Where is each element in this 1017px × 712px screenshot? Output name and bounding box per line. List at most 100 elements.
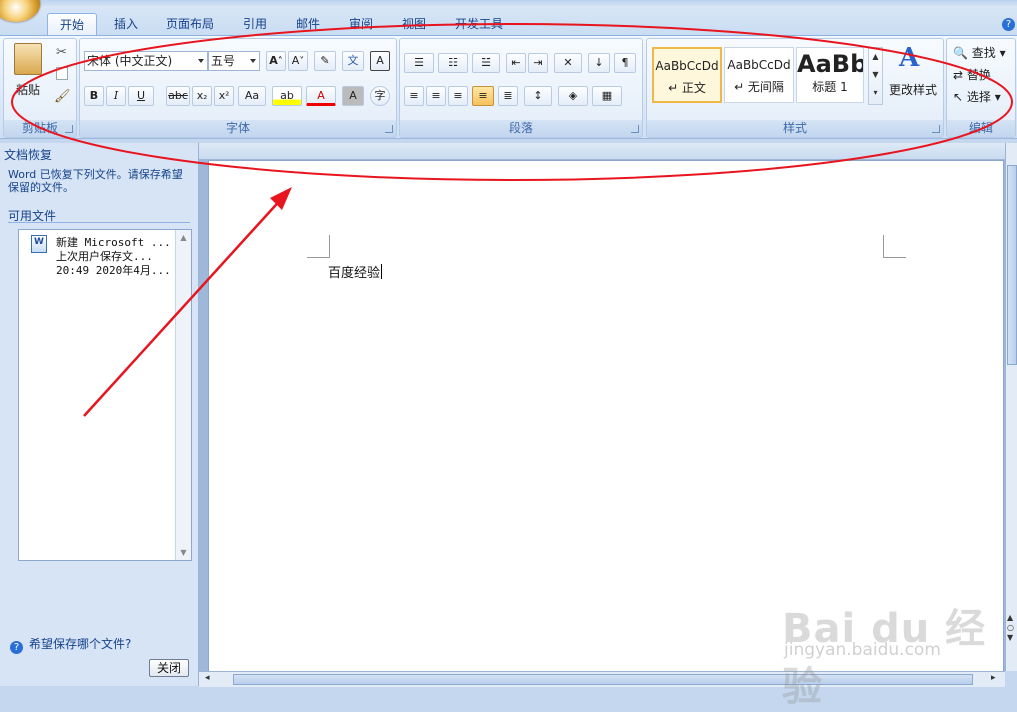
character-border-icon[interactable]: A (370, 51, 390, 71)
copy-icon[interactable] (56, 67, 68, 80)
style-normal-name: ↵ 正文 (668, 81, 706, 95)
align-right-icon[interactable]: ≡ (448, 86, 468, 106)
tab-home[interactable]: 开始 (47, 13, 97, 36)
tab-references[interactable]: 引用 (236, 13, 274, 35)
find-button[interactable]: 🔍 查找 ▾ (953, 44, 1006, 61)
italic-button[interactable]: I (106, 86, 126, 106)
strikethrough-button[interactable]: abc (166, 86, 190, 106)
close-pane-button[interactable]: 关闭 (149, 659, 189, 677)
bold-button[interactable]: B (84, 86, 104, 106)
cursor-icon: ↖ (953, 90, 964, 104)
paste-button[interactable]: 粘贴 (16, 81, 40, 98)
recovery-help-link[interactable]: ? 希望保存哪个文件? (10, 635, 131, 654)
borders-icon[interactable]: ▦ (592, 86, 622, 106)
tab-page-layout[interactable]: 页面布局 (160, 13, 220, 35)
font-name-select[interactable]: 宋体 (中文正文) (84, 51, 208, 71)
shrink-font-button[interactable]: A˅ (288, 51, 308, 71)
text-caret (381, 264, 383, 279)
bullets-icon[interactable]: ☰ (404, 53, 434, 73)
font-name-value: 宋体 (中文正文) (87, 54, 173, 68)
styles-group: AaBbCcDd ↵ 正文 AaBbCcDd ↵ 无间隔 AaBb 标题 1 ▲… (646, 38, 944, 138)
margin-corner-top-left (307, 235, 330, 258)
editing-group: 🔍 查找 ▾ ⇄ 替换 ↖ 选择 ▾ 编辑 (946, 38, 1016, 138)
line-spacing-icon[interactable]: ↕ (524, 86, 552, 106)
phonetic-guide-icon[interactable]: 文 (342, 51, 364, 71)
numbering-icon[interactable]: ☷ (438, 53, 468, 73)
ribbon: 粘贴 ✂ 🖌 剪贴板 宋体 (中文正文) 五号 A˄ A˅ ✎ 文 A B I … (0, 35, 1017, 139)
change-case-button[interactable]: Aa (238, 86, 266, 106)
font-group: 宋体 (中文正文) 五号 A˄ A˅ ✎ 文 A B I U abc x₂ x²… (79, 38, 397, 138)
styles-launcher-icon[interactable] (932, 125, 940, 133)
tab-mailings[interactable]: 邮件 (288, 13, 328, 35)
help-icon[interactable]: ? (1002, 18, 1015, 31)
word-document-icon (31, 235, 47, 253)
font-launcher-icon[interactable] (385, 125, 393, 133)
align-center-icon[interactable]: ≡ (426, 86, 446, 106)
sort-icon[interactable]: ↓ (588, 53, 610, 73)
scroll-left-icon[interactable]: ◂ (205, 673, 210, 683)
select-button[interactable]: ↖ 选择 ▾ (953, 88, 1001, 105)
recovered-file-time: 20:49 2020年4月... (56, 264, 171, 277)
recovery-pane-title: 文档恢复 (4, 148, 53, 162)
paragraph-group-label: 段落 (400, 120, 642, 137)
replace-label: 替换 (966, 68, 991, 82)
style-heading-1[interactable]: AaBb 标题 1 (796, 47, 864, 103)
tab-review[interactable]: 审阅 (341, 13, 381, 35)
ribbon-tab-bar: 开始 插入 页面布局 引用 邮件 审阅 视图 开发工具 ? (0, 6, 1017, 36)
enclose-character-icon[interactable]: 字 (370, 86, 390, 106)
clipboard-group: 粘贴 ✂ 🖌 剪贴板 (3, 38, 77, 138)
change-styles-button[interactable]: 更改样式 (889, 81, 937, 98)
find-icon: 🔍 (953, 46, 968, 60)
style-no-spacing-name: ↵ 无间隔 (734, 80, 784, 94)
grow-font-button[interactable]: A˄ (266, 51, 286, 71)
character-shading-icon[interactable]: A (342, 86, 364, 106)
style-normal[interactable]: AaBbCcDd ↵ 正文 (652, 47, 722, 103)
show-marks-icon[interactable]: ¶ (614, 53, 636, 73)
editing-group-label: 编辑 (947, 120, 1015, 137)
tab-developer[interactable]: 开发工具 (447, 13, 511, 35)
underline-button[interactable]: U (128, 86, 154, 106)
clipboard-launcher-icon[interactable] (65, 125, 73, 133)
document-body[interactable]: 百度经验 (328, 262, 383, 281)
highlight-icon[interactable]: ab (272, 86, 302, 106)
scroll-down-icon[interactable]: ▼ (176, 548, 191, 557)
paragraph-launcher-icon[interactable] (631, 125, 639, 133)
style-normal-preview: AaBbCcDd (655, 59, 719, 73)
baidu-watermark-url: jingyan.baidu.com (784, 640, 941, 660)
styles-scroll-icon[interactable]: ▲ ▼ ▾ (868, 47, 883, 105)
help-question-icon: ? (10, 641, 23, 654)
recovery-help-text: 希望保存哪个文件? (29, 637, 132, 651)
style-heading-1-name: 标题 1 (812, 80, 848, 94)
distributed-icon[interactable]: ≣ (498, 86, 518, 106)
font-color-icon[interactable]: A (306, 86, 336, 106)
align-left-icon[interactable]: ≡ (404, 86, 424, 106)
format-painter-icon[interactable]: 🖌 (54, 89, 71, 104)
replace-icon: ⇄ (953, 68, 964, 82)
document-text: 百度经验 (328, 266, 381, 281)
subscript-button[interactable]: x₂ (192, 86, 212, 106)
style-no-spacing[interactable]: AaBbCcDd ↵ 无间隔 (724, 47, 794, 103)
increase-indent-icon[interactable]: ⇥ (528, 53, 548, 73)
replace-button[interactable]: ⇄ 替换 (953, 66, 991, 83)
tab-view[interactable]: 视图 (395, 13, 433, 35)
vertical-scrollbar[interactable]: ▲ ○ ▼ (1005, 143, 1017, 671)
paragraph-group: ☰ ☷ ☱ ⇤ ⇥ ✕ ↓ ¶ ≡ ≡ ≡ ≡ ≣ ↕ ◈ ▦ 段落 (399, 38, 643, 138)
change-styles-icon[interactable]: A (899, 43, 919, 73)
justify-icon[interactable]: ≡ (472, 86, 494, 106)
clear-format-icon[interactable]: ✎ (314, 51, 336, 71)
cut-icon[interactable]: ✂ (56, 45, 67, 60)
decrease-indent-icon[interactable]: ⇤ (506, 53, 526, 73)
tab-insert[interactable]: 插入 (104, 13, 148, 35)
vertical-scroll-thumb[interactable] (1007, 165, 1017, 365)
file-list-scrollbar[interactable]: ▲ ▼ (175, 230, 191, 560)
recovery-pane-description: Word 已恢复下列文件。请保存希望保留的文件。 (8, 168, 183, 194)
paste-icon[interactable] (14, 43, 42, 75)
superscript-button[interactable]: x² (214, 86, 234, 106)
style-no-spacing-preview: AaBbCcDd (727, 58, 791, 72)
chinese-layout-icon[interactable]: ✕ (554, 53, 582, 73)
multilevel-list-icon[interactable]: ☱ (472, 53, 500, 73)
recovered-file-list: 新建 Microsoft ... 上次用户保存文... 20:49 2020年4… (18, 229, 192, 561)
font-size-select[interactable]: 五号 (208, 51, 260, 71)
shading-icon[interactable]: ◈ (558, 86, 588, 106)
scroll-up-icon[interactable]: ▲ (176, 233, 191, 242)
